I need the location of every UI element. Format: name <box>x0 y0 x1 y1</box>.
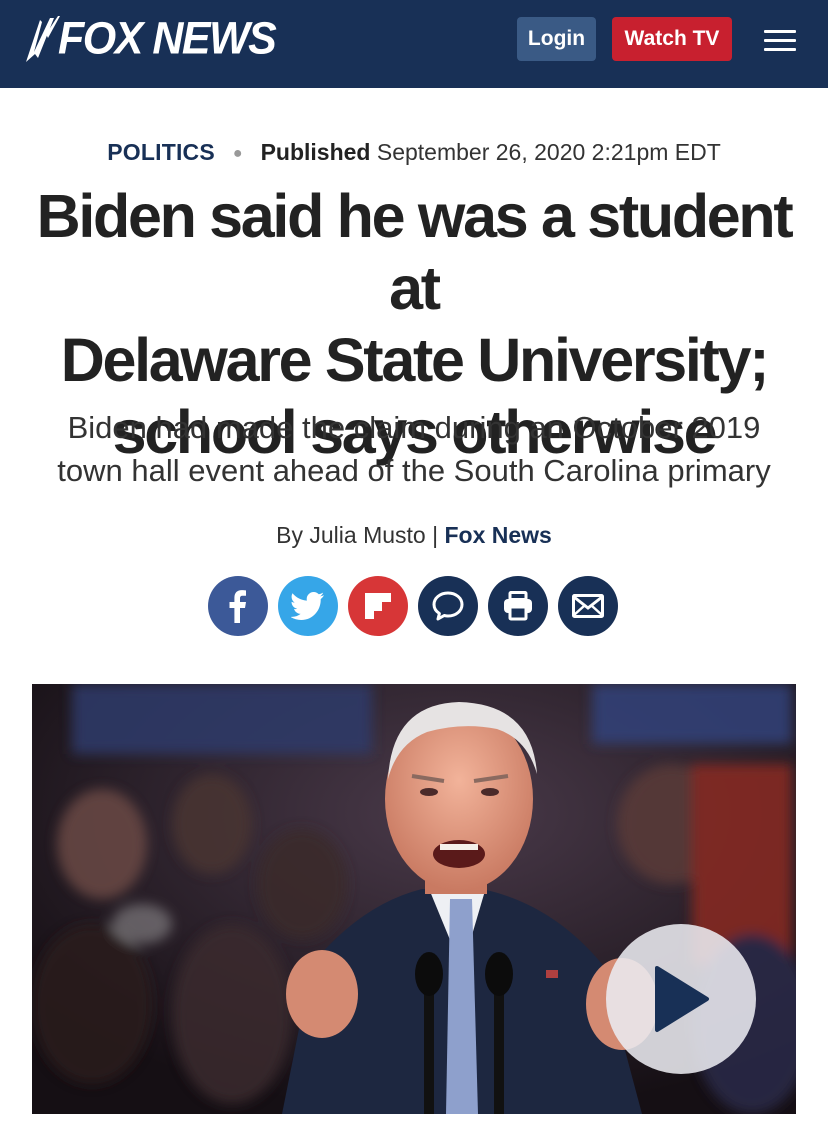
play-icon <box>655 966 709 1032</box>
email-share-button[interactable] <box>558 576 618 636</box>
published-label: Published <box>260 139 371 165</box>
watch-tv-button[interactable]: Watch TV <box>612 17 732 61</box>
subhead-line: town hall event ahead of the South Carol… <box>57 453 771 488</box>
print-icon <box>504 591 532 621</box>
subhead-line: Biden had made the claim during an Octob… <box>67 410 761 445</box>
facebook-icon <box>229 590 246 623</box>
comments-icon <box>432 591 464 621</box>
fox-logo-lightning-icon <box>26 16 60 62</box>
comments-button[interactable] <box>418 576 478 636</box>
article-meta: POLITICS ● Published September 26, 2020 2:… <box>0 136 828 170</box>
flipboard-share-button[interactable] <box>348 576 408 636</box>
article-subhead: Biden had made the claim during an Octob… <box>20 406 808 492</box>
email-icon <box>572 594 604 618</box>
facebook-share-button[interactable] <box>208 576 268 636</box>
headline-line: Biden said he was a student at <box>36 182 794 322</box>
category-link[interactable]: POLITICS <box>107 139 215 165</box>
meta-separator: ● <box>232 144 243 162</box>
login-button[interactable]: Login <box>517 17 596 61</box>
play-button[interactable] <box>606 924 756 1074</box>
flipboard-icon <box>365 593 391 619</box>
headline-line: Delaware State University; <box>60 326 770 394</box>
article-hero-video[interactable] <box>32 684 796 1114</box>
fox-news-logo[interactable]: FOX NEWS <box>24 13 277 65</box>
site-header: FOX NEWS Login Watch TV <box>0 0 828 88</box>
twitter-icon <box>291 592 324 620</box>
byline-author: By Julia Musto | <box>276 522 445 548</box>
twitter-share-button[interactable] <box>278 576 338 636</box>
logo-text: FOX NEWS <box>58 13 277 65</box>
print-button[interactable] <box>488 576 548 636</box>
hamburger-menu-icon[interactable] <box>762 28 798 52</box>
published-date: September 26, 2020 2:21pm EDT <box>376 139 721 165</box>
byline: By Julia Musto | Fox News <box>0 518 828 552</box>
byline-source-link[interactable]: Fox News <box>444 522 551 548</box>
